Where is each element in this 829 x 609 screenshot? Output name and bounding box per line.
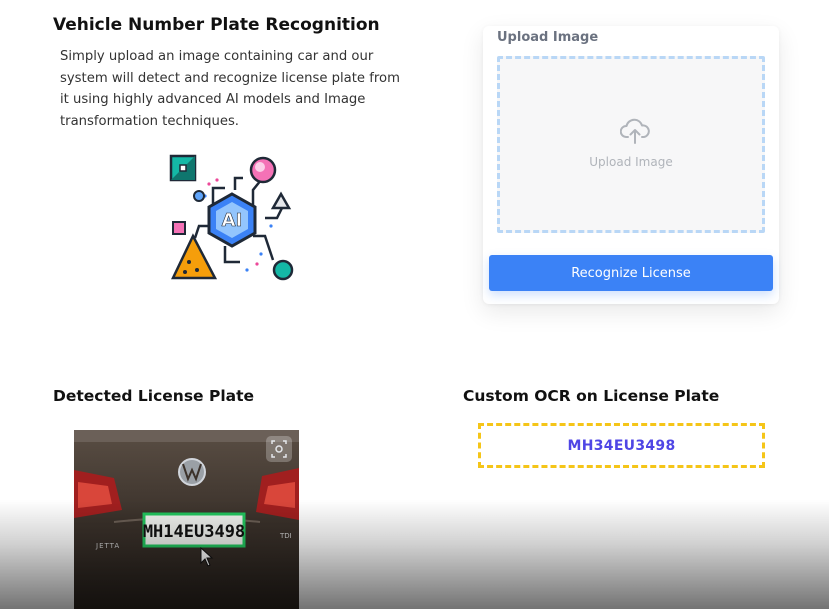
- ocr-result-box: MH34EU3498: [478, 423, 765, 468]
- car-engine-badge: TDI: [279, 532, 292, 540]
- image-dropzone[interactable]: Upload Image: [497, 56, 765, 233]
- detected-plate-title: Detected License Plate: [53, 387, 255, 405]
- page-title: Vehicle Number Plate Recognition: [53, 15, 380, 35]
- page-description: Simply upload an image containing car an…: [60, 49, 400, 129]
- dropzone-text: Upload Image: [589, 155, 673, 169]
- car-model-badge: JETTA: [95, 542, 120, 550]
- ocr-title: Custom OCR on License Plate: [463, 387, 720, 405]
- detected-plate-image: JETTA TDI MH14EU3498: [74, 430, 299, 609]
- upload-label: Upload Image: [497, 30, 599, 45]
- detected-plate-text: MH14EU3498: [143, 522, 245, 542]
- ai-chip-illustration: AI: [169, 154, 294, 281]
- cloud-upload-icon: [620, 118, 650, 144]
- recognize-license-button[interactable]: Recognize License: [489, 255, 773, 291]
- upload-card: Upload Image Upload Image Recognize Lice…: [483, 26, 779, 304]
- ai-chip-label: AI: [222, 210, 243, 231]
- ocr-result-text: MH34EU3498: [567, 437, 676, 454]
